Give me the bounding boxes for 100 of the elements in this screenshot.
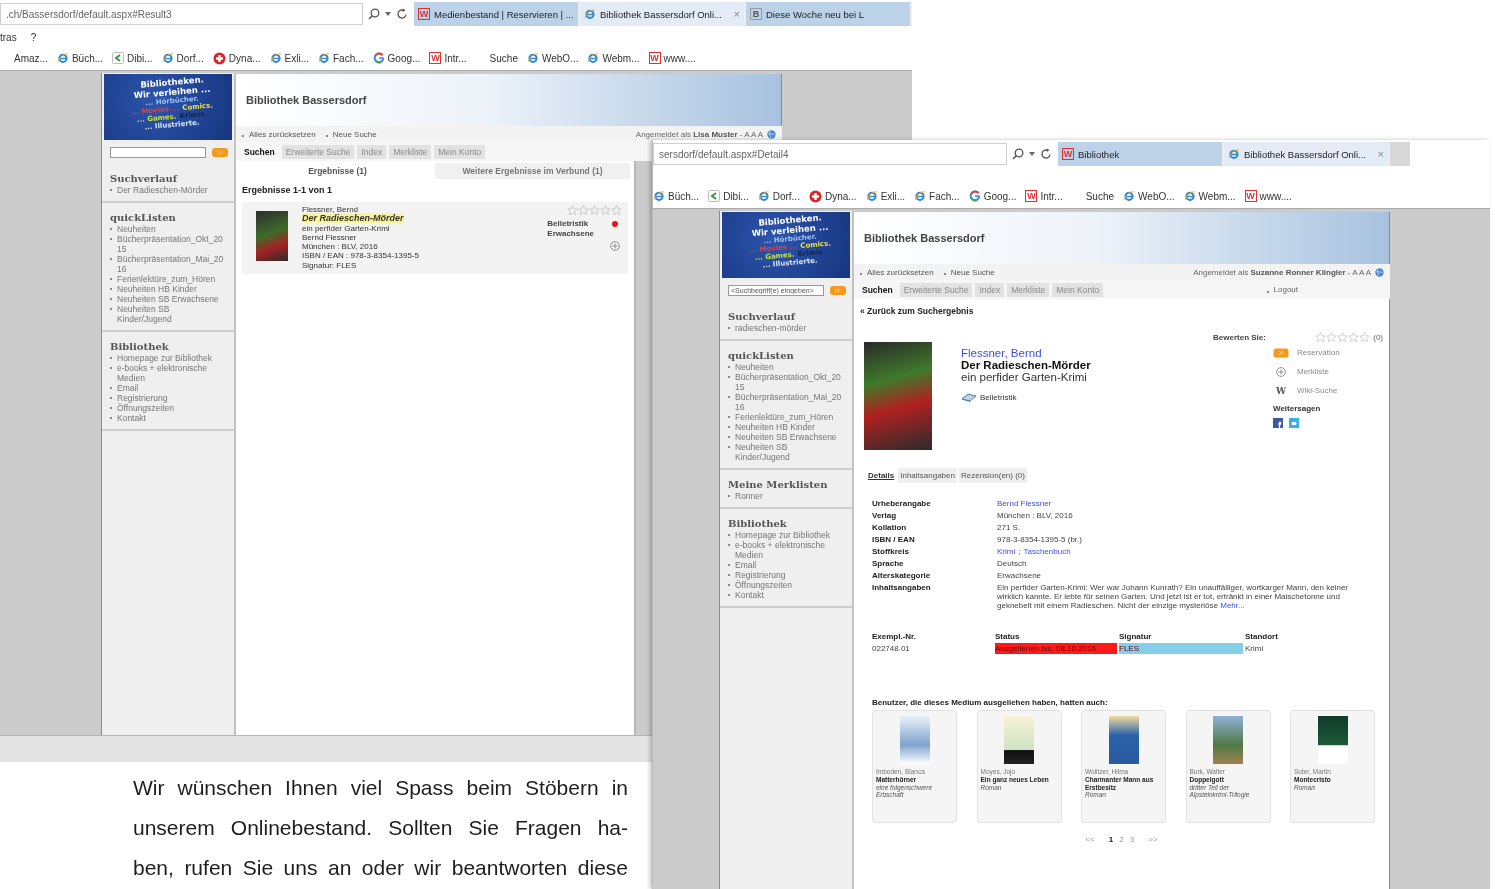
refresh-icon[interactable] bbox=[1040, 148, 1052, 160]
back-link[interactable]: « Zurück zum Suchergebnis bbox=[854, 299, 1389, 320]
logout-link[interactable]: Logout bbox=[1273, 285, 1298, 294]
address-bar[interactable]: sersdorf/default.aspx#Detail4 bbox=[653, 143, 1007, 165]
sidebar-link[interactable]: Neuheiten HB Kinder bbox=[117, 284, 197, 294]
detail-tab[interactable]: Inhaltsangaben bbox=[898, 468, 957, 483]
star-rating[interactable] bbox=[1315, 332, 1371, 343]
sidebar-link[interactable]: Bücherpräsentation_Mai_2016 bbox=[735, 392, 844, 412]
share-icon[interactable] bbox=[1273, 418, 1283, 428]
sidebar-link[interactable]: Neuheiten SB Erwachsene bbox=[117, 294, 219, 304]
star-icon[interactable] bbox=[589, 205, 600, 216]
favorite-link[interactable]: W www.... bbox=[648, 52, 696, 64]
star-icon[interactable] bbox=[567, 205, 578, 216]
sidebar-link[interactable]: Kontakt bbox=[735, 590, 764, 600]
globe-icon[interactable] bbox=[1375, 267, 1384, 277]
result-tab[interactable]: Weitere Ergebnisse im Verbund (1) bbox=[435, 163, 630, 179]
search-icon[interactable] bbox=[368, 8, 380, 20]
favorite-link[interactable]: Webm... bbox=[1183, 190, 1236, 202]
favorite-link[interactable]: Exli... bbox=[865, 190, 906, 202]
address-bar[interactable]: .ch/Bassersdorf/default.aspx#Result3 bbox=[0, 3, 363, 25]
sidebar-link[interactable]: Email bbox=[735, 560, 757, 570]
caret-icon[interactable] bbox=[1029, 152, 1035, 156]
action-link[interactable]: Merkliste bbox=[1297, 367, 1329, 376]
browser-tab[interactable]: W Bibliothek bbox=[1058, 142, 1224, 166]
sidebar-link[interactable]: Ferienlektüre_zum_Hören bbox=[735, 412, 834, 422]
favorite-link[interactable]: W Intr... bbox=[429, 52, 467, 64]
sidebar-link[interactable]: Ferienlektüre_zum_Hören bbox=[117, 274, 216, 284]
add-icon[interactable] bbox=[610, 241, 620, 251]
sidebar-link[interactable]: e-books + elektronische Medien bbox=[735, 540, 844, 560]
caret-icon[interactable] bbox=[385, 12, 391, 16]
action-link[interactable]: Reservation bbox=[1297, 348, 1340, 357]
refresh-icon[interactable] bbox=[396, 8, 408, 20]
favorite-link[interactable]: Fach... bbox=[914, 190, 960, 202]
favorite-link[interactable]: Dorf... bbox=[757, 190, 800, 202]
star-icon[interactable] bbox=[600, 205, 611, 216]
detail-tab[interactable]: Details bbox=[866, 468, 897, 483]
new-tab-button[interactable] bbox=[1390, 142, 1410, 166]
search-button[interactable] bbox=[212, 148, 228, 157]
header-link[interactable]: Alles zurücksetzen bbox=[249, 129, 316, 139]
header-link[interactable]: Neue Suche bbox=[950, 267, 995, 277]
sidebar-link[interactable]: Neuheiten bbox=[735, 362, 774, 372]
action-link[interactable]: Wiki-Suche bbox=[1297, 386, 1338, 395]
favorite-link[interactable]: Goog... bbox=[372, 52, 421, 64]
sidebar-link[interactable]: Registrierung bbox=[117, 393, 168, 403]
detail-tab[interactable]: Rezension(en) (0) bbox=[958, 468, 1027, 483]
star-icon[interactable] bbox=[611, 205, 622, 216]
favorite-link[interactable]: Büch... bbox=[56, 52, 104, 64]
title-link[interactable]: Der Radieschen-Mörder bbox=[302, 213, 404, 224]
sidebar-link[interactable]: Homepage zur Bibliothek bbox=[735, 530, 830, 540]
favorite-link[interactable]: Dyna... bbox=[212, 51, 261, 65]
globe-icon[interactable] bbox=[767, 129, 776, 139]
sidebar-link[interactable]: Homepage zur Bibliothek bbox=[117, 353, 212, 363]
wiki-icon[interactable]: W bbox=[1275, 385, 1287, 396]
star-rating[interactable] bbox=[567, 205, 622, 216]
favorite-link[interactable]: Webm... bbox=[587, 52, 640, 64]
browser-tab[interactable]: Bibliothek Bassersdorf Onli... × bbox=[580, 2, 746, 26]
browser-tab[interactable]: Bibliothek Bassersdorf Onli... × bbox=[1224, 142, 1390, 166]
sidebar-link[interactable]: Neuheiten SB Erwachsene bbox=[735, 432, 837, 442]
favorite-link[interactable]: Suche bbox=[1085, 190, 1115, 202]
favorite-link[interactable]: W www.... bbox=[1244, 190, 1292, 202]
star-icon[interactable] bbox=[1348, 332, 1360, 343]
sidebar-link[interactable]: Neuheiten bbox=[117, 224, 156, 234]
favorite-link[interactable]: Exli... bbox=[269, 52, 309, 64]
browser-tab[interactable]: B Diese Woche neu bei L bbox=[746, 2, 912, 26]
field-link[interactable]: Bernd Flessner bbox=[997, 499, 1052, 508]
result-card[interactable]: Flessner, Bernd Der Radieschen-Mörder ein perfider Garten-Krimi Bernd Flessner München : BLV, 2016 ISBN / EAN : 978-3-8354-1395-5 Signatur: FLES Belletristik Erwachsene bbox=[242, 202, 628, 275]
search-field[interactable] bbox=[110, 147, 206, 158]
sidebar-link[interactable]: e-books + elektronische Medien bbox=[117, 363, 226, 383]
sidebar-link[interactable]: Bücherpräsentation_Mai_2016 bbox=[117, 254, 226, 274]
sidebar-link[interactable]: Ronner bbox=[735, 491, 763, 501]
sidebar-link[interactable]: Kontakt bbox=[117, 413, 146, 423]
star-icon[interactable] bbox=[1359, 332, 1371, 343]
favorite-link[interactable]: Amaz... bbox=[14, 52, 48, 64]
star-icon[interactable] bbox=[1326, 332, 1338, 343]
sidebar-link[interactable]: radieschen-mörder bbox=[735, 323, 807, 333]
sidebar-link[interactable]: Registrierung bbox=[735, 570, 786, 580]
sidebar-link[interactable]: Der Radieschen-Mörder bbox=[117, 185, 208, 195]
add-icon[interactable] bbox=[1276, 366, 1286, 377]
search-button[interactable] bbox=[830, 286, 846, 295]
star-icon[interactable] bbox=[1337, 332, 1349, 343]
sidebar-link[interactable]: Öffnungszeiten bbox=[117, 403, 175, 413]
star-icon[interactable] bbox=[1315, 332, 1327, 343]
sidebar-link[interactable]: Öffnungszeiten bbox=[735, 580, 793, 590]
field-link[interactable]: Krimi bbox=[997, 547, 1016, 556]
header-link[interactable]: Alles zurücksetzen bbox=[867, 267, 934, 277]
favorite-link[interactable]: WebO... bbox=[1123, 190, 1175, 202]
favorite-link[interactable]: Fach... bbox=[318, 52, 364, 64]
reservation-icon[interactable] bbox=[1273, 347, 1289, 358]
menu-item[interactable]: ? bbox=[30, 31, 37, 43]
star-icon[interactable] bbox=[578, 205, 589, 216]
favorite-link[interactable]: Dibi... bbox=[112, 52, 153, 64]
more-link[interactable]: Mehr... bbox=[1220, 601, 1245, 610]
favorite-link[interactable]: Büch... bbox=[653, 190, 700, 202]
favorite-link[interactable]: WebO... bbox=[526, 52, 579, 64]
sidebar-link[interactable]: Email bbox=[117, 383, 139, 393]
browser-tab[interactable]: W Medienbestand | Reservieren | ... bbox=[414, 2, 580, 26]
menu-item[interactable]: tras bbox=[0, 31, 17, 43]
author-link[interactable]: Flessner, Bernd bbox=[961, 347, 1213, 359]
favorite-link[interactable]: Goog... bbox=[968, 190, 1017, 202]
search-icon[interactable] bbox=[1012, 148, 1024, 160]
